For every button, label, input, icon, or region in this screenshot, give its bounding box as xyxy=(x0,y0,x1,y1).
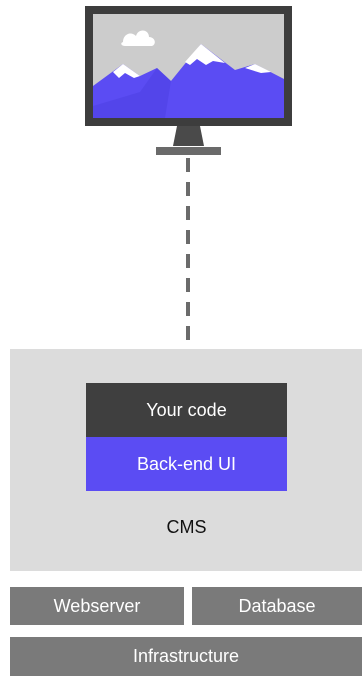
infrastructure-label: Infrastructure xyxy=(132,646,240,666)
monitor-icon xyxy=(85,6,292,156)
back-end-ui-label: Back-end UI xyxy=(136,453,237,474)
cms-label: CMS xyxy=(166,517,207,537)
cms-stack: Your code Back-end UI xyxy=(86,383,287,491)
database-layer: Database xyxy=(192,587,362,625)
webserver-label: Webserver xyxy=(53,595,141,616)
back-end-ui-block: Back-end UI xyxy=(86,437,287,491)
your-code-label: Your code xyxy=(146,399,227,420)
infrastructure-layer: Infrastructure xyxy=(10,637,362,676)
monitor-illustration xyxy=(85,6,292,155)
dashed-connector xyxy=(186,158,190,352)
monitor-base xyxy=(156,147,221,155)
database-label: Database xyxy=(238,595,316,616)
webserver-layer: Webserver xyxy=(10,587,184,625)
your-code-block: Your code xyxy=(86,383,287,437)
monitor-neck xyxy=(173,126,204,146)
